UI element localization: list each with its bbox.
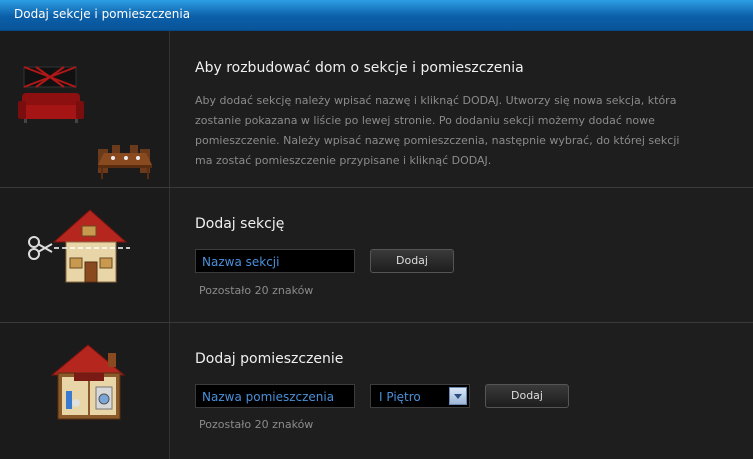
section-icon-cell — [0, 188, 170, 322]
intro-description: Aby dodać sekcję należy wpisać nazwę i k… — [195, 91, 715, 171]
add-section-button[interactable]: Dodaj — [370, 249, 454, 273]
add-room-heading: Dodaj pomieszczenie — [195, 351, 344, 367]
dialog-window: Dodaj sekcje i pomieszczenia Aby rozbudo… — [0, 0, 753, 459]
add-room-button[interactable]: Dodaj — [485, 384, 569, 408]
chevron-down-icon[interactable] — [449, 387, 467, 405]
room-icon-cell — [0, 323, 170, 459]
intro-panel: Aby rozbudować dom o sekcje i pomieszcze… — [0, 31, 753, 188]
room-name-input[interactable]: Nazwa pomieszczenia — [195, 384, 355, 408]
section-select[interactable]: I Piętro — [370, 384, 470, 408]
section-chars-remaining: Pozostało 20 znaków — [199, 284, 314, 297]
intro-line: pomieszczenie. Należy wpisać nazwę pomie… — [195, 134, 680, 147]
intro-icon-cell — [0, 31, 170, 187]
room-chars-remaining: Pozostało 20 znaków — [199, 418, 314, 431]
add-section-panel: Dodaj sekcję Nazwa sekcji Dodaj Pozostał… — [0, 188, 753, 323]
window-title: Dodaj sekcje i pomieszczenia — [14, 7, 191, 21]
furniture-icon — [18, 66, 152, 179]
intro-line: zostanie pokazana w liście po lewej stro… — [195, 114, 655, 127]
intro-heading: Aby rozbudować dom o sekcje i pomieszcze… — [195, 60, 524, 76]
section-name-input[interactable]: Nazwa sekcji — [195, 249, 355, 273]
section-select-value: I Piętro — [379, 390, 421, 404]
add-room-panel: Dodaj pomieszczenie Nazwa pomieszczenia … — [0, 323, 753, 459]
house-rooms-icon — [50, 344, 126, 420]
title-bar: Dodaj sekcje i pomieszczenia — [0, 0, 753, 31]
house-cut-icon — [28, 209, 130, 283]
add-section-heading: Dodaj sekcję — [195, 216, 285, 232]
intro-line: Aby dodać sekcję należy wpisać nazwę i k… — [195, 94, 677, 107]
intro-line: ma zostać pomieszczenie przypisane i kli… — [195, 154, 492, 167]
